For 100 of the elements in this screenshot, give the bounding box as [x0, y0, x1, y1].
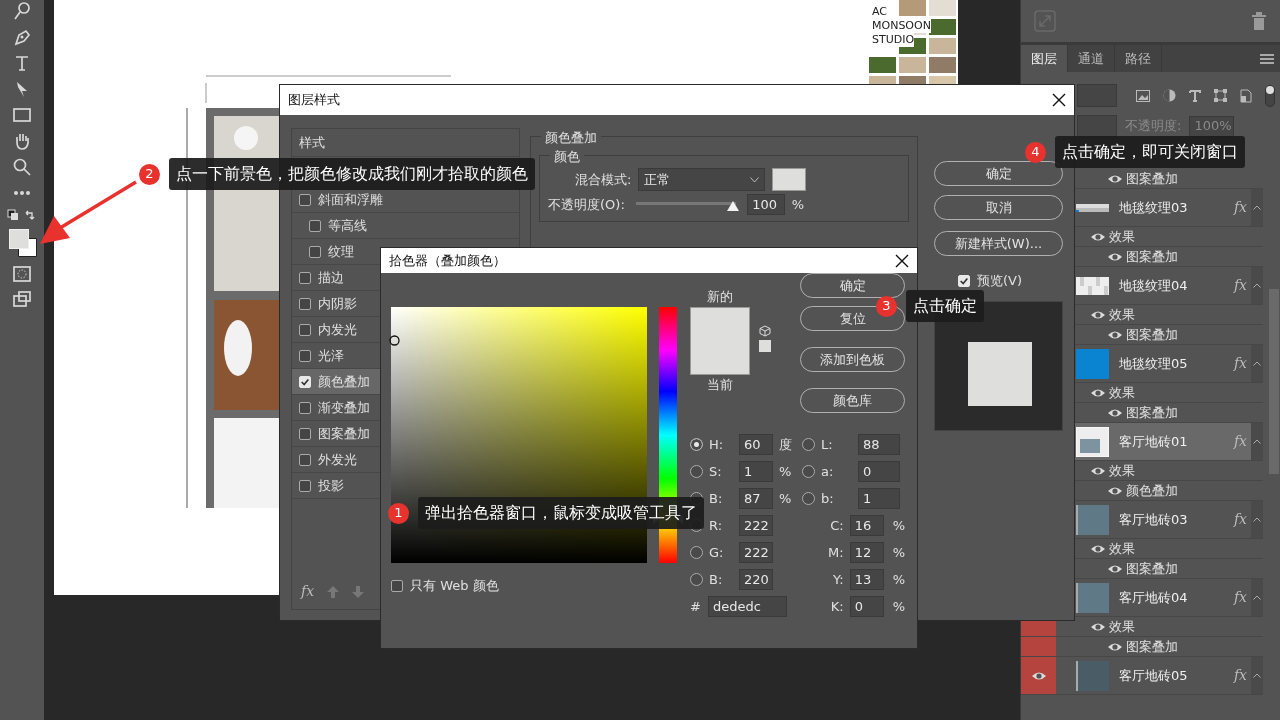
panel-tab[interactable]: 通道 [1068, 45, 1115, 72]
transform-icon[interactable] [1214, 89, 1227, 102]
field-label: b: [821, 489, 835, 508]
style-option[interactable]: 等高线 [292, 213, 519, 239]
layer-row[interactable]: 客厅地砖05 fx [1021, 657, 1263, 695]
screen-mode-icon[interactable] [13, 291, 31, 307]
dialog-title: 拾色器（叠加颜色） [389, 251, 506, 270]
dialog-button[interactable]: 颜色库 [800, 388, 905, 413]
checkbox[interactable] [299, 401, 311, 414]
caret-icon[interactable] [1253, 205, 1261, 210]
dialog-button[interactable]: 取消 [934, 195, 1063, 220]
checkbox[interactable] [299, 349, 311, 362]
dialog-button[interactable]: 新建样式(W)... [934, 231, 1063, 256]
checkbox[interactable] [299, 479, 311, 492]
radio-button[interactable] [690, 465, 703, 478]
radio-button[interactable] [690, 546, 703, 559]
panel-tab[interactable]: 图层 [1021, 45, 1068, 72]
blend-mode-label: 混合模式: [575, 170, 632, 189]
value-field[interactable]: 1 [858, 488, 900, 509]
caret-icon[interactable] [1253, 283, 1261, 288]
checkbox[interactable] [309, 219, 321, 232]
search-icon[interactable] [12, 157, 32, 177]
radio-button[interactable] [802, 465, 815, 478]
color-tag[interactable] [1021, 657, 1056, 694]
web-only-label: 只有 Web 颜色 [410, 577, 499, 595]
effect-label: 效果 [1109, 383, 1136, 402]
layer-name: 客厅地砖03 [1119, 510, 1188, 529]
effects-menu[interactable]: fx [301, 581, 315, 602]
caret-icon[interactable] [1253, 517, 1261, 522]
value-field[interactable]: 13 [849, 569, 884, 590]
smart-object-icon[interactable] [1240, 88, 1252, 103]
value-field[interactable]: 1 [739, 461, 773, 482]
dialog-button[interactable]: 确定 [934, 161, 1063, 186]
web-color-swatch[interactable] [759, 340, 771, 353]
radio-button[interactable] [690, 573, 703, 586]
radio-button[interactable] [802, 438, 815, 451]
step-tooltip: 点击确定，即可关闭窗口 [1055, 136, 1245, 168]
checkbox[interactable] [299, 323, 311, 336]
close-button[interactable] [895, 253, 909, 268]
caret-icon[interactable] [1253, 595, 1261, 600]
value-field[interactable]: 0 [858, 461, 900, 482]
checkbox[interactable] [299, 193, 311, 206]
adjustment-icon[interactable] [1163, 89, 1176, 102]
color-marker[interactable] [389, 335, 400, 346]
field-label: M: [827, 543, 844, 562]
preview-swatch [967, 341, 1032, 406]
color-swatch[interactable] [772, 168, 807, 191]
effects-mark: fx [1233, 666, 1247, 685]
checkbox[interactable] [391, 579, 403, 592]
color-tag[interactable] [1021, 637, 1056, 656]
field-label: L: [821, 435, 834, 454]
field-label: K: [829, 597, 844, 616]
value-field[interactable]: 222 [739, 515, 773, 536]
effects-mark: fx [1233, 276, 1247, 295]
toggle-switch[interactable] [1265, 84, 1275, 107]
value-field[interactable]: 0 [849, 596, 884, 617]
menu-icon[interactable] [1260, 54, 1274, 64]
swap-colors-icon[interactable] [7, 209, 37, 223]
checkbox[interactable] [299, 427, 311, 440]
layer-thumbnail [1076, 348, 1109, 379]
close-button[interactable] [1052, 93, 1066, 107]
value-field[interactable]: 220 [739, 569, 773, 590]
pen-icon[interactable] [12, 27, 32, 47]
value-field[interactable]: 87 [739, 488, 773, 509]
cube-icon[interactable] [759, 325, 771, 337]
blend-dropdown[interactable] [1077, 114, 1117, 138]
caret-icon[interactable] [1253, 673, 1261, 678]
rectangle-icon[interactable] [12, 105, 32, 125]
caret-icon[interactable] [1253, 439, 1261, 444]
field-label: S: [709, 462, 723, 481]
value-field[interactable]: 222 [739, 542, 773, 563]
effect-label: 图案叠加 [1126, 403, 1179, 422]
background-color-swatch[interactable] [18, 238, 37, 257]
style-header[interactable]: 样式 [292, 129, 519, 157]
radio-button[interactable] [690, 438, 703, 451]
trash-icon[interactable] [1251, 12, 1267, 30]
preview-label: 预览(V) [977, 272, 1023, 290]
dialog-button[interactable]: 添加到色板 [800, 347, 905, 372]
checkbox[interactable] [299, 297, 311, 310]
quick-mask-icon[interactable] [13, 266, 31, 282]
dialog-button[interactable]: 确定 [800, 273, 905, 298]
unit-label: % [892, 543, 905, 562]
panel-tab[interactable]: 路径 [1115, 45, 1162, 72]
slider-thumb[interactable] [727, 200, 739, 211]
checkbox[interactable] [309, 245, 321, 258]
checkbox[interactable] [299, 453, 311, 466]
value-field[interactable]: 60 [739, 434, 773, 455]
checkbox[interactable] [299, 271, 311, 284]
blend-mode-select[interactable]: 正常 [637, 168, 765, 191]
effect-label: 图案叠加 [1126, 169, 1179, 188]
value-field[interactable]: 16 [849, 515, 884, 536]
value-field[interactable]: dededc [708, 596, 787, 617]
image-icon[interactable] [1136, 89, 1150, 102]
type-icon[interactable] [1189, 89, 1201, 102]
opacity-field[interactable]: 100 [747, 194, 786, 216]
radio-button[interactable] [802, 492, 815, 505]
foreground-color-swatch[interactable] [9, 229, 29, 249]
caret-icon[interactable] [1253, 361, 1261, 366]
value-field[interactable]: 12 [849, 542, 884, 563]
value-field[interactable]: 88 [858, 434, 900, 455]
